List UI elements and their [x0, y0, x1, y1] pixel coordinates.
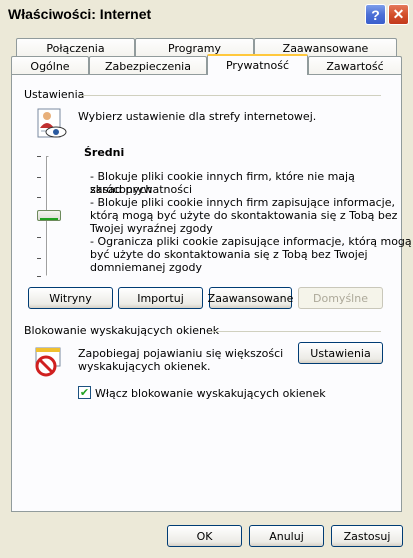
title-bar[interactable]: Właściwości: Internet ? ✕	[0, 0, 413, 32]
tab-privacy[interactable]: Prywatność	[207, 54, 308, 75]
help-button[interactable]: ?	[365, 4, 386, 25]
tab-content[interactable]: Zawartość	[308, 56, 402, 75]
privacy-level-title: Średni	[84, 146, 125, 159]
settings-instruction: Wybierz ustawienie dla strefy internetow…	[78, 110, 317, 123]
slider-tick	[37, 276, 41, 277]
popup-blocker-checkbox[interactable]: ✔	[78, 386, 91, 399]
apply-button[interactable]: Zastosuj	[331, 525, 403, 547]
advanced-button[interactable]: Zaawansowane	[208, 287, 293, 309]
popup-group-label: Blokowanie wyskakujących okienek	[24, 324, 220, 337]
description-line: którą mogą być użyte do skontaktowania s…	[90, 209, 398, 222]
slider-tick	[37, 197, 41, 198]
slider-tick	[37, 156, 41, 157]
person-eye-icon	[37, 108, 67, 138]
popup-settings-button[interactable]: Ustawienia	[298, 342, 383, 364]
settings-group-label: Ustawienia	[24, 88, 85, 101]
description-line: - Blokuje pliki cookie innych firm zapis…	[90, 196, 395, 209]
popup-blocker-checkbox-label[interactable]: Włącz blokowanie wyskakujących okienek	[95, 387, 326, 400]
privacy-slider-thumb[interactable]	[37, 210, 61, 221]
import-button[interactable]: Importuj	[118, 287, 203, 309]
slider-tick	[37, 258, 41, 259]
popup-description-line1: Zapobiegaj pojawianiu się większości	[78, 347, 284, 360]
description-line: Twojej wyraźnej zgody	[90, 222, 213, 235]
tab-security[interactable]: Zabezpieczenia	[89, 56, 207, 75]
no-popup-icon	[35, 347, 61, 377]
slider-tick	[37, 237, 41, 238]
close-button[interactable]: ✕	[388, 4, 409, 25]
tab-connections[interactable]: Połączenia	[16, 38, 135, 57]
slider-tick	[37, 177, 41, 178]
tab-general[interactable]: Ogólne	[11, 56, 89, 75]
default-button[interactable]: Domyślne	[298, 287, 383, 309]
ok-button[interactable]: OK	[167, 525, 242, 547]
description-line: zasad prywatności	[90, 183, 193, 196]
description-line: być użyte do skontaktowania się z Tobą b…	[90, 248, 368, 261]
cancel-button[interactable]: Anuluj	[249, 525, 324, 547]
internet-properties-dialog: Właściwości: Internet ? ✕ Połączenia Pro…	[0, 0, 413, 558]
popup-description-line2: wyskakujących okienek.	[78, 360, 211, 373]
settings-group-line	[80, 95, 381, 96]
description-line: - Ogranicza pliki cookie zapisujące info…	[90, 235, 412, 248]
window-title: Właściwości: Internet	[8, 6, 152, 22]
description-line: domniemanej zgody	[90, 261, 202, 274]
sites-button[interactable]: Witryny	[28, 287, 113, 309]
popup-group-line	[210, 331, 381, 332]
